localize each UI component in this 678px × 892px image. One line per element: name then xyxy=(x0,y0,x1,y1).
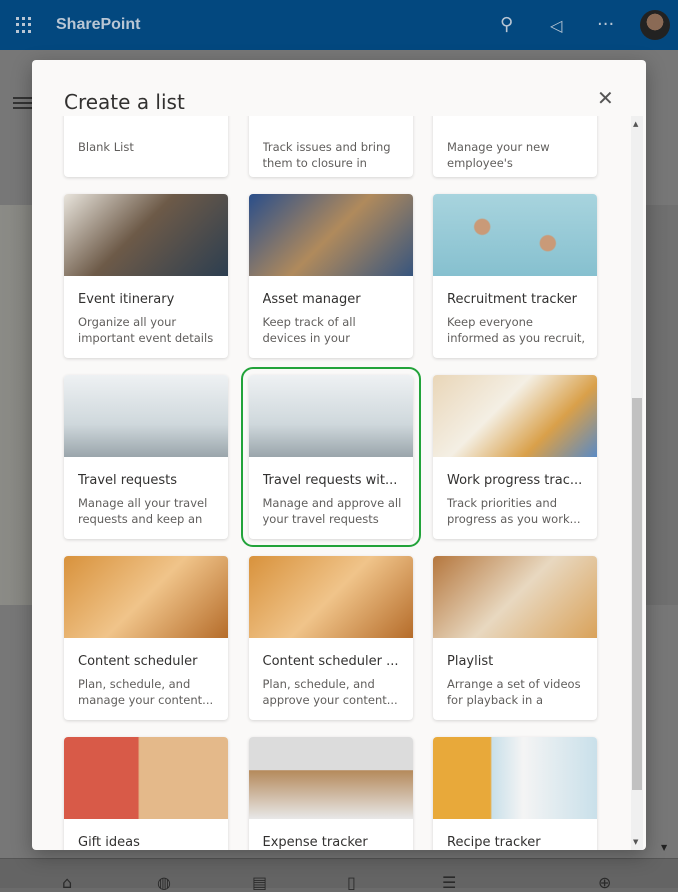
template-title: Content scheduler ... xyxy=(262,654,399,669)
globe-icon[interactable]: ◍ xyxy=(157,873,171,892)
scrollbar-thumb[interactable] xyxy=(632,398,642,790)
close-icon[interactable]: ✕ xyxy=(597,86,614,110)
template-card[interactable]: Event itinerary Organize all your import… xyxy=(64,194,228,358)
template-title: Content scheduler xyxy=(78,654,198,669)
avatar[interactable] xyxy=(640,10,670,40)
template-thumbnail xyxy=(248,375,413,457)
template-thumbnail xyxy=(433,194,597,276)
bottom-nav: ⌂ ◍ ▤ ▯ ☰ ⊕ xyxy=(0,858,678,892)
template-card[interactable]: Recruitment tracker Keep everyone inform… xyxy=(433,194,597,358)
template-description: Track priorities and progress as you wor… xyxy=(447,496,581,526)
template-thumbnail xyxy=(64,556,228,638)
create-list-dialog: Create a list ✕ Blank list Blank List Is… xyxy=(32,60,646,850)
template-title: Recruitment tracker xyxy=(447,292,577,307)
suite-header: SharePoint ⚲ ◁ ··· xyxy=(0,0,678,50)
template-title: Asset manager xyxy=(262,292,361,307)
template-card[interactable]: Employee onboarding Manage your new empl… xyxy=(433,116,597,177)
app-name[interactable]: SharePoint xyxy=(56,16,140,34)
template-title: Playlist xyxy=(447,654,494,669)
scroll-down-icon[interactable]: ▼ xyxy=(633,838,638,846)
template-thumbnail xyxy=(248,556,413,638)
page-scroll-down[interactable]: ▼ xyxy=(661,843,667,852)
template-description: Blank List xyxy=(78,140,134,154)
home-icon[interactable]: ⌂ xyxy=(62,873,72,892)
template-description: Keep track of all devices in your organi… xyxy=(262,315,356,345)
template-card[interactable]: Gift ideas Easily organize your gift... xyxy=(64,737,228,850)
template-thumbnail xyxy=(433,375,597,457)
template-card[interactable]: Playlist Arrange a set of videos for pla… xyxy=(433,556,597,720)
template-title: Event itinerary xyxy=(78,292,175,307)
template-title: Work progress trac... xyxy=(447,473,583,488)
template-description: Arrange a set of videos for playback in … xyxy=(447,677,581,707)
template-card[interactable]: Work progress trac... Track priorities a… xyxy=(433,375,597,539)
template-card[interactable]: Asset manager Keep track of all devices … xyxy=(248,194,413,358)
news-icon[interactable]: ▤ xyxy=(252,873,267,892)
template-thumbnail xyxy=(64,194,228,276)
template-thumbnail xyxy=(433,556,597,638)
template-title: Gift ideas xyxy=(78,835,140,850)
scroll-up-icon[interactable]: ▲ xyxy=(633,120,638,128)
template-description: Manage all your travel requests and keep… xyxy=(78,496,208,526)
template-thumbnail xyxy=(248,194,413,276)
template-title: Recipe tracker xyxy=(447,835,541,850)
add-icon[interactable]: ⊕ xyxy=(598,873,611,892)
template-thumbnail xyxy=(248,737,413,819)
waffle-icon[interactable] xyxy=(16,17,32,33)
file-icon[interactable]: ▯ xyxy=(347,873,356,892)
template-thumbnail xyxy=(433,737,597,819)
template-thumbnail xyxy=(64,737,228,819)
template-card[interactable]: Issue tracker Track issues and bring the… xyxy=(248,116,413,177)
template-card[interactable]: Content scheduler Plan, schedule, and ma… xyxy=(64,556,228,720)
template-card[interactable]: Travel requests wit... Manage and approv… xyxy=(240,367,421,547)
template-description: Organize all your important event detail… xyxy=(78,315,214,345)
template-description: Plan, schedule, and approve your content… xyxy=(262,677,398,707)
template-card[interactable]: Recipe tracker Create your very own... xyxy=(433,737,597,850)
template-description: Track issues and bring them to closure i… xyxy=(262,140,391,170)
menu-icon[interactable] xyxy=(13,97,33,109)
template-description: Plan, schedule, and manage your content.… xyxy=(78,677,214,707)
megaphone-icon[interactable]: ◁ xyxy=(550,16,562,35)
template-title: Travel requests wit... xyxy=(262,473,398,488)
template-title: Expense tracker xyxy=(262,835,368,850)
template-card[interactable]: Expense tracker Record all your expenses… xyxy=(248,737,413,850)
more-icon[interactable]: ··· xyxy=(597,14,614,35)
template-description: Keep everyone informed as you recruit, i… xyxy=(447,315,586,345)
dialog-title: Create a list xyxy=(64,90,185,114)
template-thumbnail xyxy=(64,375,228,457)
template-card[interactable]: Blank list Blank List xyxy=(64,116,228,177)
search-icon[interactable]: ⚲ xyxy=(500,14,513,35)
template-card[interactable]: Content scheduler ... Plan, schedule, an… xyxy=(248,556,413,720)
template-description: Manage and approve all your travel reque… xyxy=(262,496,402,526)
template-title: Travel requests xyxy=(78,473,177,488)
template-list: Blank list Blank List Issue tracker Trac… xyxy=(32,116,646,850)
template-description: Manage your new employee's onboarding... xyxy=(447,140,550,170)
list-icon[interactable]: ☰ xyxy=(442,873,456,892)
scrollbar[interactable]: ▲ ▼ xyxy=(631,116,643,850)
template-card[interactable]: Travel requests Manage all your travel r… xyxy=(64,375,228,539)
